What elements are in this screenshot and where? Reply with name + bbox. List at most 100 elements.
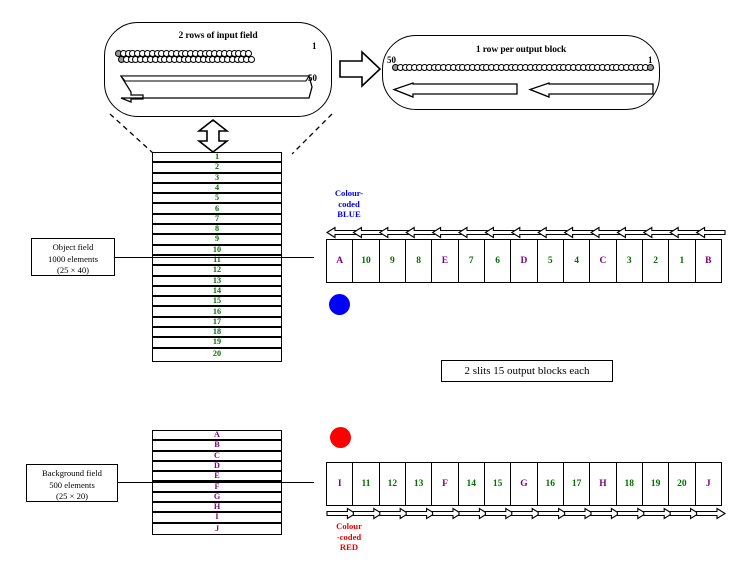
output-block-cell: 12 [380, 463, 406, 505]
block-arrow-icon [379, 507, 410, 520]
blue-colour-code-label: Colour- coded BLUE [326, 188, 372, 220]
field-row: E [153, 472, 281, 483]
background-field-caption: Background field 500 elements (25 × 20) [26, 464, 118, 502]
input-circle-row-2 [118, 56, 255, 63]
output-block-cell: E [432, 240, 459, 282]
block-arrow-icon [590, 507, 621, 520]
output-block-cell: 16 [538, 463, 564, 505]
block-arrow-icon [563, 226, 594, 239]
red-block-arrow-row [326, 507, 727, 520]
input-return-arrow [113, 72, 313, 108]
red-label-line-3: RED [339, 542, 359, 552]
output-block-cell: F [432, 463, 459, 505]
block-arrow-icon [326, 507, 357, 520]
block-arrow-icon [325, 226, 356, 239]
output-block-callout: 1 row per output block [382, 35, 660, 110]
block-arrow-icon [458, 507, 489, 520]
output-block-cell: 5 [538, 240, 564, 282]
blue-block-arrow-row [325, 226, 726, 239]
output-block-cell: 7 [459, 240, 485, 282]
output-block-cell: 15 [485, 463, 512, 505]
blue-marker-dot [329, 294, 350, 315]
block-arrow-icon [669, 226, 700, 239]
input-callout-title: 2 rows of input field [178, 31, 258, 41]
block-arrow-icon [696, 507, 727, 520]
block-arrow-icon [643, 507, 674, 520]
blue-label-line-2: coded [338, 198, 360, 209]
block-arrow-icon [510, 226, 541, 239]
output-block-cell: 3 [617, 240, 643, 282]
output-block-cell: 18 [617, 463, 643, 505]
output-block-cell: J [705, 479, 711, 489]
output-block-cell: 2 [643, 240, 670, 282]
block-arrow-icon [405, 226, 436, 239]
output-block-cell: 13 [406, 463, 433, 505]
flow-arrow-right-icon [338, 49, 382, 89]
field-row: 19 [153, 338, 281, 349]
block-arrow-icon [695, 226, 726, 239]
slits-caption-text: 2 slits 15 output blocks each [464, 365, 590, 377]
output-return-arrow-1 [391, 82, 519, 98]
output-block-cell: 6 [485, 240, 512, 282]
block-arrow-icon [432, 507, 463, 520]
red-output-block-strip: I 11 12 13 F 14 15 G 16 17 H 18 19 20 J [326, 462, 722, 506]
output-circle-row [392, 64, 655, 71]
block-arrow-icon [484, 226, 515, 239]
red-label-line-2: -coded [336, 531, 362, 542]
output-block-cell: G [511, 463, 538, 505]
blue-label-line-3: BLUE [337, 209, 361, 219]
output-block-cell: 9 [380, 240, 406, 282]
field-row: 20 [212, 348, 222, 358]
output-block-cell: 14 [459, 463, 485, 505]
slits-caption-box: 2 slits 15 output blocks each [441, 360, 613, 382]
output-left-index: 50 [387, 55, 396, 65]
blue-label-line-1: Colour- [334, 188, 364, 198]
output-block-cell: C [590, 240, 617, 282]
output-return-arrow-2 [527, 82, 655, 98]
block-arrow-icon [616, 226, 647, 239]
block-arrow-icon [669, 507, 700, 520]
output-block-cell: B [705, 256, 712, 266]
object-field-caption: Object field 1000 elements (25 × 40) [31, 238, 115, 276]
output-block-cell: 19 [643, 463, 670, 505]
background-caption-line-1: Background field [42, 468, 102, 478]
red-colour-code-label: Colour -coded RED [326, 521, 372, 553]
field-row: J [214, 523, 220, 533]
block-arrow-icon [484, 507, 515, 520]
output-block-cell: 8 [406, 240, 433, 282]
output-right-index: 1 [648, 55, 653, 65]
output-block-cell: 17 [564, 463, 591, 505]
block-arrow-icon [431, 226, 462, 239]
output-callout-title: 1 row per output block [475, 45, 567, 55]
output-block-cell: I [327, 463, 354, 505]
background-caption-line-3: (25 × 20) [55, 491, 89, 501]
object-caption-leader [115, 257, 314, 258]
block-arrow-icon [378, 226, 409, 239]
block-arrow-icon [564, 507, 595, 520]
object-caption-line-2: 1000 elements [48, 253, 98, 264]
output-block-cell: D [511, 240, 538, 282]
output-block-cell: 11 [353, 463, 380, 505]
block-arrow-icon [405, 507, 436, 520]
block-arrow-icon [457, 226, 488, 239]
background-caption-leader [118, 482, 314, 483]
input-top-index: 1 [312, 41, 317, 51]
chain-circle [647, 64, 655, 71]
output-block-cell: 10 [353, 240, 380, 282]
field-row: 5 [153, 194, 281, 205]
background-caption-line-2: 500 elements [49, 479, 95, 490]
object-caption-line-1: Object field [52, 242, 94, 252]
output-block-cell: H [590, 463, 617, 505]
block-arrow-icon [537, 507, 568, 520]
object-caption-line-3: (25 × 40) [56, 265, 90, 275]
block-arrow-icon [537, 226, 568, 239]
chain-circle [247, 56, 255, 63]
field-row: I [153, 513, 281, 524]
red-marker-dot [330, 427, 351, 448]
block-arrow-icon [352, 226, 383, 239]
block-arrow-icon [511, 507, 542, 520]
block-arrow-icon [589, 226, 620, 239]
vertical-double-arrow-icon [196, 118, 230, 154]
block-arrow-icon [616, 507, 647, 520]
block-arrow-icon [352, 507, 383, 520]
